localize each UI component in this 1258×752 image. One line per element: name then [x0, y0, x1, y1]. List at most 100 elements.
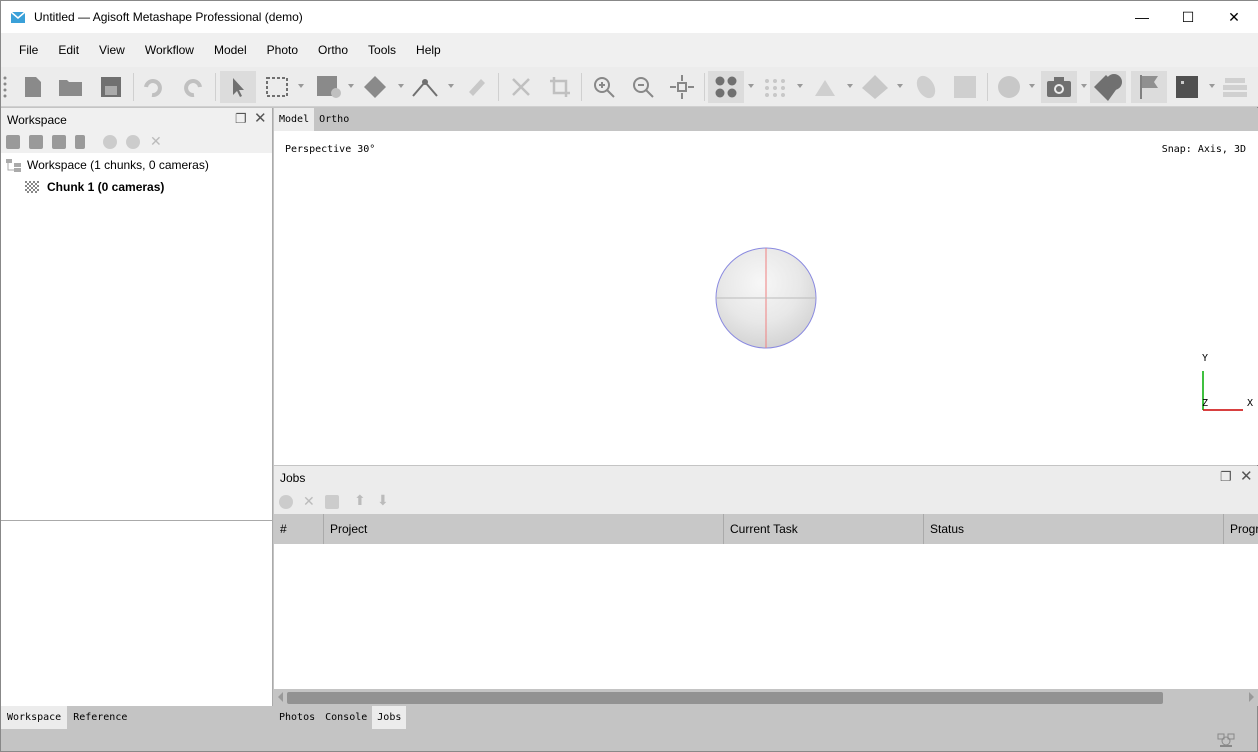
- scrollbar-thumb[interactable]: [287, 692, 1163, 704]
- axis-x-label: X: [1247, 398, 1254, 409]
- tab-workspace[interactable]: Workspace: [1, 706, 68, 729]
- undock-icon[interactable]: ❐: [235, 111, 247, 127]
- viewport-tabs: Model Ortho: [274, 108, 1258, 131]
- projection-label: Perspective 30°: [285, 144, 376, 155]
- add-markers-icon[interactable]: [52, 135, 66, 149]
- open-folder-icon[interactable]: [55, 71, 87, 103]
- redo-icon[interactable]: [177, 71, 209, 103]
- start-job-icon[interactable]: [279, 495, 293, 509]
- tiled-model-icon[interactable]: [910, 71, 942, 103]
- measure-ruler-icon[interactable]: [461, 71, 493, 103]
- undo-icon[interactable]: [137, 71, 169, 103]
- move-down-icon[interactable]: ⬇: [377, 492, 389, 509]
- workspace-panel-header: Workspace ❐ ✕: [1, 108, 272, 131]
- camera-icon[interactable]: [1041, 71, 1077, 103]
- close-panel-icon[interactable]: ✕: [1240, 467, 1253, 485]
- jobs-table-header: # Project Current Task Status Progr: [274, 514, 1258, 544]
- workspace-panel: Workspace ❐ ✕ ✕ Workspace (1 chunks, 0 c…: [1, 108, 273, 706]
- axis-y-label: Y: [1202, 353, 1209, 364]
- draw-shape-icon[interactable]: [313, 71, 345, 103]
- toolbar-grip-icon[interactable]: [0, 71, 15, 103]
- trash-icon[interactable]: [325, 495, 339, 509]
- menu-tools[interactable]: Tools: [358, 43, 406, 57]
- tree-item-chunk-1[interactable]: Chunk 1 (0 cameras): [25, 180, 164, 194]
- disable-icon[interactable]: [126, 135, 140, 149]
- menu-file[interactable]: File: [9, 43, 48, 57]
- menu-ortho[interactable]: Ortho: [308, 43, 358, 57]
- zoom-out-icon[interactable]: [627, 71, 659, 103]
- maximize-button[interactable]: ☐: [1165, 1, 1211, 33]
- zoom-in-icon[interactable]: [588, 71, 620, 103]
- menu-photo[interactable]: Photo: [257, 43, 308, 57]
- tree-root-workspace[interactable]: Workspace (1 chunks, 0 cameras): [5, 158, 209, 172]
- column-status[interactable]: Status: [924, 514, 1224, 544]
- jobs-panel-title: Jobs: [280, 470, 306, 485]
- scroll-left-icon[interactable]: [278, 692, 283, 702]
- column-progress[interactable]: Progr: [1224, 514, 1258, 544]
- cancel-job-icon[interactable]: ✕: [303, 493, 315, 510]
- horizontal-scrollbar[interactable]: [274, 689, 1258, 706]
- remove-icon[interactable]: ✕: [150, 133, 162, 150]
- minimize-button[interactable]: —: [1119, 1, 1165, 33]
- menu-model[interactable]: Model: [204, 43, 257, 57]
- title-bar: Untitled — Agisoft Metashape Professiona…: [1, 1, 1258, 33]
- chunk-icon: [25, 181, 39, 193]
- menu-view[interactable]: View: [89, 43, 135, 57]
- scroll-right-icon[interactable]: [1249, 692, 1254, 702]
- chunk-label: Chunk 1 (0 cameras): [47, 180, 165, 194]
- workspace-root-label: Workspace (1 chunks, 0 cameras): [27, 158, 209, 172]
- shapes-icon[interactable]: [1090, 71, 1126, 103]
- point-cloud-icon[interactable]: [759, 71, 791, 103]
- tab-photos[interactable]: Photos: [274, 706, 320, 729]
- undock-icon[interactable]: ❐: [1220, 469, 1232, 485]
- tab-ortho[interactable]: Ortho: [314, 108, 354, 131]
- tab-model[interactable]: Model: [274, 108, 315, 131]
- close-panel-icon[interactable]: ✕: [254, 109, 267, 127]
- delete-icon[interactable]: [505, 71, 537, 103]
- bottom-panel-tabs: Photos Console Jobs: [274, 706, 874, 729]
- reset-view-icon[interactable]: [666, 71, 698, 103]
- save-icon[interactable]: [95, 71, 127, 103]
- add-chunk-icon[interactable]: [6, 135, 20, 149]
- workspace-tree: Workspace (1 chunks, 0 cameras) Chunk 1 …: [1, 153, 272, 521]
- add-scalebar-icon[interactable]: [75, 135, 85, 149]
- mesh-model-icon[interactable]: [859, 71, 891, 103]
- window-title: Untitled — Agisoft Metashape Professiona…: [34, 10, 303, 24]
- move-up-icon[interactable]: ⬆: [354, 492, 366, 509]
- crop-icon[interactable]: [544, 71, 576, 103]
- dense-cloud-icon[interactable]: [809, 71, 841, 103]
- layers-icon[interactable]: [1219, 71, 1251, 103]
- workspace-toolbar: ✕: [1, 131, 272, 153]
- enable-icon[interactable]: [103, 135, 117, 149]
- markers-flag-icon[interactable]: [1131, 71, 1167, 103]
- add-photos-icon[interactable]: [29, 135, 43, 149]
- rectangle-selection-icon[interactable]: [261, 71, 293, 103]
- tab-reference[interactable]: Reference: [67, 706, 133, 729]
- tab-console[interactable]: Console: [320, 706, 372, 729]
- globe-icon[interactable]: [993, 71, 1025, 103]
- ortho-image-icon[interactable]: [1171, 71, 1203, 103]
- jobs-panel-header: Jobs ❐ ✕: [274, 466, 1258, 489]
- menu-help[interactable]: Help: [406, 43, 451, 57]
- tab-jobs[interactable]: Jobs: [372, 706, 407, 729]
- workspace-tree-icon: [6, 159, 21, 172]
- new-document-icon[interactable]: [17, 71, 49, 103]
- dem-icon[interactable]: [949, 71, 981, 103]
- network-disconnected-icon[interactable]: [1217, 733, 1235, 747]
- main-toolbar: [1, 67, 1258, 107]
- menu-edit[interactable]: Edit: [48, 43, 89, 57]
- column-number[interactable]: #: [274, 514, 324, 544]
- column-project[interactable]: Project: [324, 514, 724, 544]
- ruler-polyline-icon[interactable]: [409, 71, 441, 103]
- menu-bar: File Edit View Workflow Model Photo Orth…: [1, 33, 1258, 67]
- trackball-sphere-icon[interactable]: [714, 246, 818, 350]
- jobs-panel: Jobs ❐ ✕ ✕ ⬆ ⬇ # Project Current Task St…: [274, 466, 1258, 706]
- polygon-shape-icon[interactable]: [361, 71, 393, 103]
- jobs-toolbar: ✕ ⬆ ⬇: [274, 489, 1258, 514]
- column-current-task[interactable]: Current Task: [724, 514, 924, 544]
- model-viewport[interactable]: Perspective 30° Snap: Axis, 3D Y X Z: [274, 131, 1258, 465]
- close-button[interactable]: ✕: [1211, 1, 1257, 33]
- show-cameras-icon[interactable]: [708, 71, 744, 103]
- navigation-select-icon[interactable]: [220, 71, 256, 103]
- menu-workflow[interactable]: Workflow: [135, 43, 204, 57]
